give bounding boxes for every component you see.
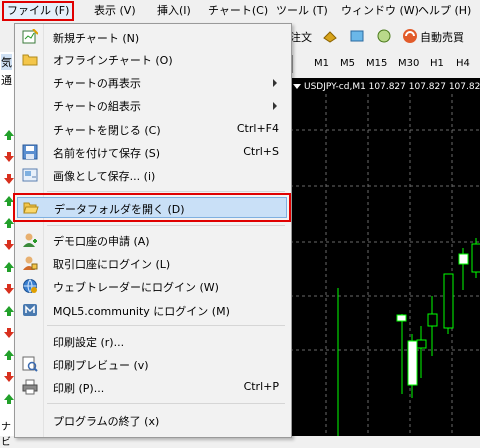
candlestick-chart (290, 94, 480, 436)
menu-item-label: データフォルダを開く (D) (54, 203, 185, 216)
timeframe-m1[interactable]: M1 (314, 58, 329, 69)
auto-trade-icon[interactable] (402, 28, 418, 44)
menu-item-login-trade[interactable]: 取引口座にログイン (L) (17, 253, 287, 274)
timeframe-m5[interactable]: M5 (340, 58, 355, 69)
menu-item-label: 取引口座にログイン (L) (53, 258, 171, 271)
menu-item-print[interactable]: 印刷 (P)... Ctrl+P (17, 377, 287, 398)
demo-account-icon (23, 233, 37, 247)
menu-separator (47, 225, 285, 226)
menu-item-shortcut: Ctrl+P (243, 380, 279, 393)
timeframe-bar: M1 M5 M15 M30 H1 H4 (290, 52, 480, 79)
down-arrow-icon (4, 328, 14, 338)
menu-item-offline-chart[interactable]: オフラインチャート (O) (17, 49, 287, 70)
menu-item-exit[interactable]: プログラムの終了 (x) (17, 410, 287, 431)
menu-file[interactable]: ファイル (F) (1, 1, 75, 21)
market-watch-tab[interactable]: 通 (1, 72, 12, 88)
candle-body (427, 313, 438, 327)
menu-item-label: 印刷設定 (r)... (53, 336, 125, 349)
down-arrow-icon (4, 174, 14, 184)
image-save-icon (22, 168, 38, 182)
menu-separator (47, 325, 285, 326)
menu-bar: ファイル (F) 表示 (V) 挿入(I) チャート(C) ツール (T) ウィ… (0, 0, 480, 23)
menu-window[interactable]: ウィンドウ (W) (341, 3, 419, 19)
login-icon (23, 256, 38, 270)
submenu-arrow-icon (273, 79, 277, 87)
menu-item-login-webtrader[interactable]: ウェブトレーダーにログイン (W) (17, 276, 287, 297)
menu-item-demo-account[interactable]: デモ口座の申請 (A) (17, 230, 287, 251)
menu-item-label: チャートの組表示 (53, 100, 141, 113)
menu-tools[interactable]: ツール (T) (276, 3, 328, 19)
menu-item-chart-set[interactable]: チャートの組表示 (17, 95, 287, 116)
up-arrow-icon (4, 218, 14, 228)
menu-item-new-chart[interactable]: 新規チャート (N) (17, 27, 287, 48)
menu-item-shortcut: Ctrl+S (243, 145, 279, 158)
menu-item-shortcut: Ctrl+F4 (236, 122, 279, 135)
menu-view[interactable]: 表示 (V) (94, 3, 136, 19)
down-arrow-icon (4, 284, 14, 294)
menu-item-label: ウェブトレーダーにログイン (W) (53, 281, 219, 294)
file-menu-dropdown: 新規チャート (N) オフラインチャート (O) チャートの再表示 チャートの組… (13, 23, 292, 438)
up-arrow-icon (4, 394, 14, 404)
timeframe-h4[interactable]: H4 (456, 58, 470, 69)
menu-item-save-as[interactable]: 名前を付けて保存 (S) Ctrl+S (17, 142, 287, 163)
candle-body (407, 340, 418, 386)
save-icon (22, 144, 38, 160)
menu-item-label: 印刷プレビュー (v) (53, 359, 149, 372)
print-preview-icon (22, 356, 38, 372)
toolbar-divider (292, 55, 293, 73)
webtrader-icon (23, 279, 37, 293)
menu-item-label: チャートの再表示 (53, 77, 141, 90)
timeframe-m30[interactable]: M30 (398, 58, 419, 69)
new-chart-icon (22, 29, 38, 44)
menu-item-print-preview[interactable]: 印刷プレビュー (v) (17, 354, 287, 375)
auto-trade-button[interactable]: 自動売買 (420, 29, 464, 45)
menu-separator (47, 191, 285, 192)
menu-insert[interactable]: 挿入(I) (157, 3, 191, 19)
menu-item-print-setup[interactable]: 印刷設定 (r)... (17, 331, 287, 352)
chart-window[interactable]: USDJPY-cd,M1 107.827 107.827 107.820 (290, 78, 480, 436)
order-button[interactable]: 注文 (290, 29, 312, 45)
candle-body (471, 243, 480, 273)
print-icon (22, 379, 38, 395)
expert-icon[interactable] (322, 28, 338, 44)
menu-item-label: 新規チャート (N) (53, 32, 140, 45)
folder-icon (22, 54, 38, 66)
down-arrow-icon (4, 372, 14, 382)
open-folder-icon (23, 202, 39, 214)
down-arrow-icon (4, 240, 14, 250)
menu-item-label: デモ口座の申請 (A) (53, 235, 150, 248)
timeframe-h1[interactable]: H1 (430, 58, 444, 69)
candle-body (416, 339, 427, 349)
timeframe-m15[interactable]: M15 (366, 58, 387, 69)
menu-separator (47, 403, 285, 404)
up-arrow-icon (4, 262, 14, 272)
menu-item-label: チャートを閉じる (C) (53, 124, 161, 137)
market-watch-title: 気 (1, 54, 12, 70)
candle-body (458, 253, 469, 265)
down-arrow-icon (4, 152, 14, 162)
candle-body (443, 273, 454, 329)
up-arrow-icon (4, 130, 14, 140)
menu-chart[interactable]: チャート(C) (208, 3, 268, 19)
indicator-icon[interactable] (376, 28, 392, 44)
chart-tool-icon[interactable] (349, 28, 365, 44)
menu-item-save-image[interactable]: 画像として保存... (i) (17, 165, 287, 186)
menu-item-refresh-chart[interactable]: チャートの再表示 (17, 72, 287, 93)
menu-item-label: 名前を付けて保存 (S) (53, 147, 161, 160)
menu-item-label: MQL5.community にログイン (M) (53, 305, 230, 318)
up-arrow-icon (4, 350, 14, 360)
menu-item-login-mql5[interactable]: MQL5.community にログイン (M) (17, 300, 287, 321)
up-arrow-icon (4, 306, 14, 316)
menu-item-label: 画像として保存... (i) (53, 170, 156, 183)
menu-item-open-data-folder[interactable]: データフォルダを開く (D) (13, 193, 291, 222)
menu-item-label: 印刷 (P)... (53, 382, 105, 395)
up-arrow-icon (4, 196, 14, 206)
submenu-arrow-icon (273, 102, 277, 110)
menu-item-label: プログラムの終了 (x) (53, 415, 160, 428)
candle-body (396, 314, 407, 322)
menu-item-close-chart[interactable]: チャートを閉じる (C) Ctrl+F4 (17, 119, 287, 140)
mql5-icon (23, 304, 37, 316)
menu-item-label: オフラインチャート (O) (53, 54, 173, 67)
menu-help[interactable]: ヘルプ (H) (418, 3, 471, 19)
